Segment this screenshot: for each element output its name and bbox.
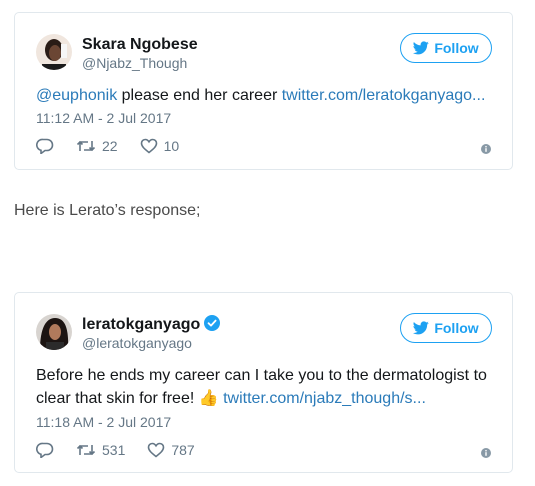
article-text: Here is Lerato’s response; bbox=[14, 202, 201, 219]
like-button[interactable]: 787 bbox=[147, 442, 195, 458]
bird-icon bbox=[413, 41, 430, 55]
follow-button[interactable]: Follow bbox=[400, 313, 492, 343]
user-handle[interactable]: @Njabz_Though bbox=[82, 55, 187, 72]
follow-label: Follow bbox=[434, 320, 479, 336]
bird-icon bbox=[413, 321, 430, 335]
tweet-body-line2: clear that skin for free! bbox=[36, 390, 199, 407]
retweet-button[interactable]: 531 bbox=[76, 442, 125, 458]
follow-button[interactable]: Follow bbox=[400, 33, 492, 63]
retweet-icon bbox=[76, 444, 96, 456]
tweet-body-line1: Before he ends my career can I take you … bbox=[36, 367, 487, 384]
reply-button[interactable] bbox=[36, 138, 54, 154]
heart-icon bbox=[148, 442, 165, 458]
reply-icon bbox=[36, 138, 54, 154]
retweet-count: 22 bbox=[102, 138, 118, 154]
tweet-card: Skara Ngobese @Njabz_Though Follow @euph… bbox=[14, 12, 513, 170]
tweet-text: Before he ends my career can I take you … bbox=[36, 365, 487, 410]
like-count: 10 bbox=[163, 138, 180, 154]
avatar[interactable] bbox=[36, 34, 72, 70]
info-icon[interactable] bbox=[481, 144, 491, 154]
tweet-text: @euphonik please end her career twitter.… bbox=[36, 85, 485, 107]
thumbs-up-emoji: 👍 bbox=[198, 388, 219, 407]
timestamp[interactable]: 11:18 AM - 2 Jul 2017 bbox=[36, 414, 171, 431]
heart-icon bbox=[140, 138, 157, 154]
verified-badge-icon bbox=[204, 315, 221, 331]
user-handle[interactable]: @leratokganyago bbox=[82, 335, 192, 352]
user-name[interactable]: Skara Ngobese bbox=[82, 35, 198, 54]
like-count: 787 bbox=[171, 442, 195, 458]
follow-label: Follow bbox=[434, 40, 479, 56]
mention-link[interactable]: @euphonik bbox=[36, 87, 117, 104]
tweet-link[interactable]: twitter.com/njabz_though/s... bbox=[223, 390, 426, 407]
tweet-card: leratokganyago @leratokganyago Follow Be… bbox=[14, 292, 513, 473]
retweet-count: 531 bbox=[102, 442, 126, 458]
user-name-row: leratokganyago bbox=[82, 315, 221, 334]
retweet-button[interactable]: 22 bbox=[76, 138, 118, 154]
avatar[interactable] bbox=[36, 314, 72, 350]
user-name[interactable]: leratokganyago bbox=[82, 316, 200, 333]
reply-button[interactable] bbox=[36, 442, 54, 458]
info-icon[interactable] bbox=[481, 448, 491, 458]
tweet-link[interactable]: twitter.com/leratokganyago... bbox=[282, 87, 486, 104]
timestamp[interactable]: 11:12 AM - 2 Jul 2017 bbox=[36, 110, 171, 127]
tweet-actions: 22 10 bbox=[36, 138, 201, 154]
like-button[interactable]: 10 bbox=[140, 138, 180, 154]
tweet-body: please end her career bbox=[117, 87, 282, 104]
retweet-icon bbox=[76, 140, 96, 152]
reply-icon bbox=[36, 442, 54, 458]
tweet-actions: 531 787 bbox=[36, 442, 217, 458]
